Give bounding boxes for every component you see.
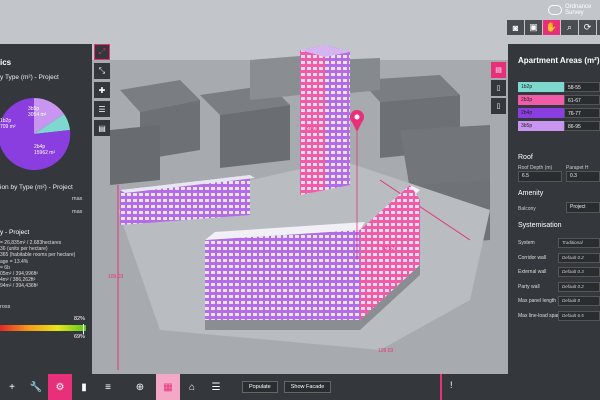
settings-icon[interactable]: ⚙	[48, 374, 72, 400]
amenity-select[interactable]: Project	[566, 202, 600, 213]
system-row: System Traditional	[518, 238, 600, 248]
dim-center: 36.00	[306, 126, 319, 132]
brand-logo: Ordnance Survey	[548, 4, 591, 16]
system-row: Corridor wall Default 0.2	[518, 252, 600, 263]
apartment-range[interactable]: 76-77	[564, 108, 600, 118]
system-row-label: External wall	[518, 269, 547, 275]
right-tab-column: ▤ ▯ ▯	[491, 62, 506, 114]
roof-heading: Roof	[518, 154, 533, 161]
amenity-heading: Amenity	[518, 190, 544, 197]
apartment-range[interactable]: 86-95	[564, 121, 600, 131]
distribution-title: ion by Type (m²) - Project	[0, 184, 73, 191]
building-icon[interactable]: ▦	[156, 374, 180, 400]
apartment-panel: Apartment Areas (m²) 1b2p 58-55 2b3p 61-67 2…	[508, 44, 600, 374]
area-pie-chart[interactable]: 3b5p 3054 m² 1b2p 709 m² 2b4p 15962 m²	[0, 96, 72, 174]
list-icon[interactable]: ☰	[204, 374, 228, 400]
home-icon[interactable]: ⌂	[180, 374, 204, 400]
system-row-value[interactable]: Default 0.2	[558, 252, 600, 263]
top-toolbar: ◙▣✋⌕⟳⛶	[507, 20, 600, 35]
efficiency-gradient	[0, 325, 86, 331]
system-row-value[interactable]: Default 0.2	[558, 281, 600, 292]
parapet-field[interactable]: 0.3	[566, 171, 600, 182]
populate-button[interactable]: Populate	[242, 381, 278, 393]
project-stats: = 26,835m² / 2.683hectares 36 (units per …	[0, 240, 75, 290]
apartment-row-3b5p[interactable]: 3b5p 86-95	[518, 121, 600, 131]
roof-depth-field[interactable]: 6.5	[518, 171, 562, 182]
dim-left: 109.03	[108, 274, 124, 280]
puzzle-icon[interactable]: ✚	[94, 82, 110, 98]
phone-icon[interactable]: ▯	[491, 80, 506, 96]
system-row-label: Max line-load span	[518, 312, 560, 319]
camera-icon[interactable]: ◙	[507, 20, 524, 35]
layers-icon[interactable]: ≡	[96, 374, 120, 400]
amenity-type: Balcony	[518, 206, 536, 212]
system-row-label: System	[518, 240, 535, 246]
side-icon-column: ⤢ ⤡ ✚ ☰ ▤	[94, 44, 110, 136]
dim-bottom: 109.03	[378, 348, 394, 354]
document-icon[interactable]: ▤	[491, 62, 506, 78]
system-row-label: Corridor wall	[518, 254, 547, 261]
show-facade-button[interactable]: Show Facade	[283, 381, 332, 393]
panel-title: ics	[0, 58, 12, 67]
ordnance-survey-logo	[548, 5, 562, 15]
rotate-icon[interactable]: ⟳	[579, 20, 596, 35]
max-label-2: max	[72, 209, 83, 215]
max-label-1: max	[72, 196, 83, 202]
brand-line-2: Survey	[565, 10, 584, 16]
chart-icon[interactable]: ▮	[72, 374, 96, 400]
globe-icon[interactable]: ⊕	[128, 374, 152, 400]
sliders-icon[interactable]: ☰	[94, 101, 110, 117]
apartment-row-1b2p[interactable]: 1b2p 58-55	[518, 82, 600, 92]
apartment-type: 3b5p	[518, 121, 564, 131]
apartment-range[interactable]: 58-55	[564, 82, 600, 92]
gross-label: ross	[0, 304, 11, 310]
system-row: Max panel length Default 8	[518, 296, 600, 306]
apartment-type: 2b3p	[518, 95, 564, 105]
efficiency-marker	[83, 324, 84, 334]
apartment-row-2b4p[interactable]: 2b4p 76-77	[518, 108, 600, 118]
system-row: External wall Default 0.3	[518, 267, 600, 277]
stat-line: 94m² / 394,436ft²	[0, 283, 39, 290]
system-row-label: Max panel length	[518, 298, 557, 304]
wrench-icon[interactable]: 🔧	[24, 374, 48, 400]
project-summary-title: y - Project	[0, 229, 30, 236]
system-row-value[interactable]: Default 0.3	[558, 267, 600, 277]
pie-label-3b5p: 3b5p 3054 m²	[28, 106, 47, 118]
add-icon[interactable]: +	[0, 374, 24, 400]
systemisation-heading: Systemisation	[518, 222, 562, 229]
system-row: Max line-load span Default 6.5	[518, 310, 600, 321]
efficiency-bottom: 69%	[74, 334, 86, 340]
tablet-icon[interactable]: ▯	[491, 98, 506, 114]
panel-title: Apartment Areas (m²)	[518, 56, 600, 65]
alert-icon[interactable]: !	[450, 380, 453, 390]
system-row-value[interactable]: Default 8	[558, 296, 600, 306]
expand-icon[interactable]: ⤢	[94, 44, 110, 60]
zoom-icon[interactable]: ⌕	[561, 20, 578, 35]
bottom-toolbar: + 🔧 ⚙ ▮ ≡ ⊕ ▦ ⌂ ☰ Populate Show Facade	[0, 374, 600, 400]
collapse-icon[interactable]: ⤡	[94, 63, 110, 79]
bottom-accent-line	[440, 374, 442, 400]
system-row-value[interactable]: Default 6.5	[558, 310, 600, 321]
apartment-range[interactable]: 61-67	[564, 95, 600, 105]
apartment-type: 1b2p	[518, 82, 564, 92]
tower	[300, 45, 350, 195]
pie-title: y Type (m²) - Project	[0, 74, 59, 81]
statistics-panel: ics y Type (m²) - Project 3b5p 3054 m² 1b…	[0, 44, 92, 374]
pie-label-1b2p: 1b2p 709 m²	[0, 118, 16, 130]
apartment-type: 2b4p	[518, 108, 564, 118]
system-row-value[interactable]: Traditional	[558, 238, 600, 248]
dim-right: 63.53	[382, 246, 395, 252]
apartment-row-2b3p[interactable]: 2b3p 61-67	[518, 95, 600, 105]
image-icon[interactable]: ▣	[525, 20, 542, 35]
system-row: Party wall Default 0.2	[518, 281, 600, 292]
pie-label-2b4p: 2b4p 15962 m²	[34, 144, 56, 156]
stat-line: 365 (habitable rooms per hectare)	[0, 252, 76, 259]
efficiency-top: 82%	[74, 316, 86, 322]
comment-icon[interactable]: ▤	[94, 120, 110, 136]
system-row-label: Party wall	[518, 283, 540, 290]
hand-icon[interactable]: ✋	[543, 20, 560, 35]
